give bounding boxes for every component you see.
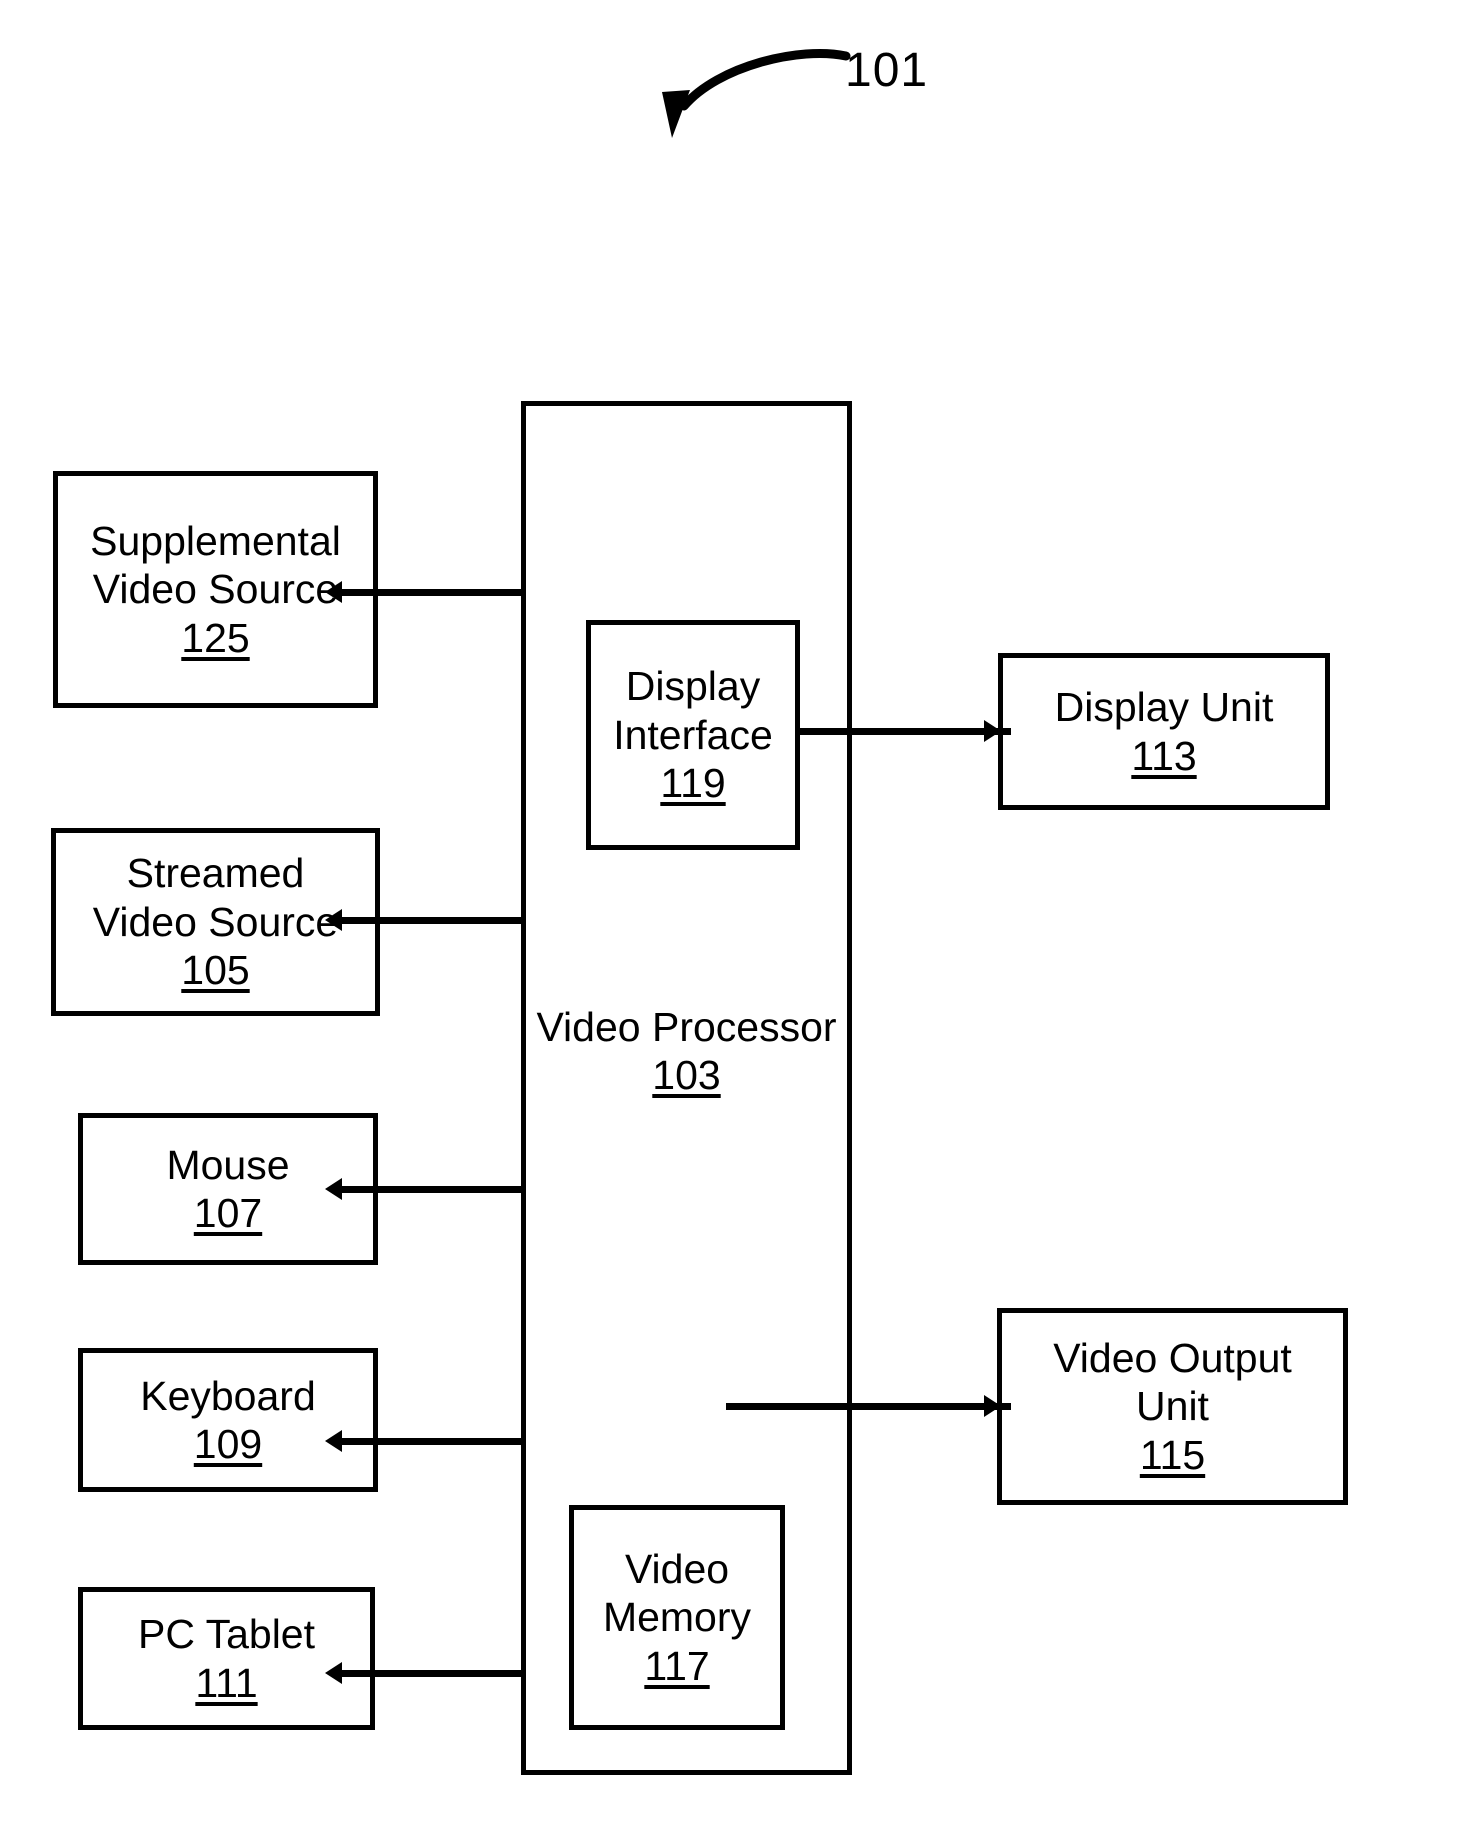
mouse-label-line1: Mouse [166, 1141, 290, 1188]
arrowhead-supplemental [325, 581, 342, 603]
video-memory-block: Video Memory 117 [569, 1505, 785, 1730]
mouse-ref: 107 [193, 1190, 263, 1236]
supplemental-video-source-label-line1: Supplemental [90, 517, 341, 564]
video-output-unit-label-line2: Unit [1136, 1383, 1209, 1430]
supplemental-video-source-ref: 125 [181, 614, 250, 661]
arrowhead-mouse [325, 1178, 342, 1200]
supplemental-video-source-label-line2: Video Source [92, 566, 339, 613]
streamed-video-source-ref: 105 [181, 947, 250, 994]
display-interface-block: Display Interface 119 [586, 620, 800, 850]
wire-keyboard-to-processor [340, 1438, 526, 1445]
display-unit-label-line1: Display Unit [1054, 684, 1274, 731]
wire-mouse-to-processor [340, 1186, 526, 1193]
wire-displayinterface-to-displayunit [796, 728, 1011, 735]
video-memory-ref: 117 [644, 1642, 710, 1689]
arrowhead-pctablet [325, 1662, 342, 1684]
wire-pctablet-to-processor [340, 1670, 526, 1677]
display-unit-ref: 113 [1131, 732, 1197, 779]
display-unit-block: Display Unit 113 [998, 653, 1330, 810]
arrowhead-displayunit [984, 720, 1001, 742]
pc-tablet-label-line1: PC Tablet [137, 1611, 315, 1658]
display-interface-label-line1: Display [625, 663, 761, 710]
video-processor-label-line2: Processor [651, 1004, 837, 1050]
arrowhead-streamed [325, 909, 342, 931]
video-output-unit-ref: 115 [1139, 1431, 1206, 1478]
video-output-unit-label-line1: Video Output [1053, 1334, 1292, 1381]
pc-tablet-ref: 111 [195, 1659, 258, 1706]
display-interface-ref: 119 [660, 760, 726, 807]
arrowhead-videooutput [984, 1395, 1001, 1417]
video-processor-ref: 103 [652, 1052, 721, 1099]
keyboard-ref: 109 [193, 1421, 263, 1467]
keyboard-label-line1: Keyboard [140, 1372, 316, 1419]
figure-number: 101 [845, 44, 929, 97]
pc-tablet-block: PC Tablet 111 [78, 1587, 375, 1730]
wire-streamed-to-processor [340, 917, 526, 924]
keyboard-block: Keyboard 109 [78, 1348, 378, 1492]
wire-processor-to-videooutput [726, 1403, 1011, 1410]
video-output-unit-block: Video Output Unit 115 [997, 1308, 1348, 1505]
video-memory-label-line2: Memory [602, 1594, 752, 1641]
video-processor-label: Video Processor 103 [521, 1003, 852, 1100]
figure-canvas: 101 Video Processor 103 Supplemental Vid… [0, 0, 1463, 1832]
arrowhead-keyboard [325, 1430, 342, 1452]
video-memory-label-line1: Video [624, 1545, 730, 1592]
display-interface-label-line2: Interface [613, 711, 773, 758]
streamed-video-source-label-line2: Video Source [92, 898, 339, 945]
streamed-video-source-label-line1: Streamed [126, 850, 305, 897]
wire-supplemental-to-processor [340, 589, 526, 596]
video-processor-label-line1: Video [536, 1004, 641, 1050]
